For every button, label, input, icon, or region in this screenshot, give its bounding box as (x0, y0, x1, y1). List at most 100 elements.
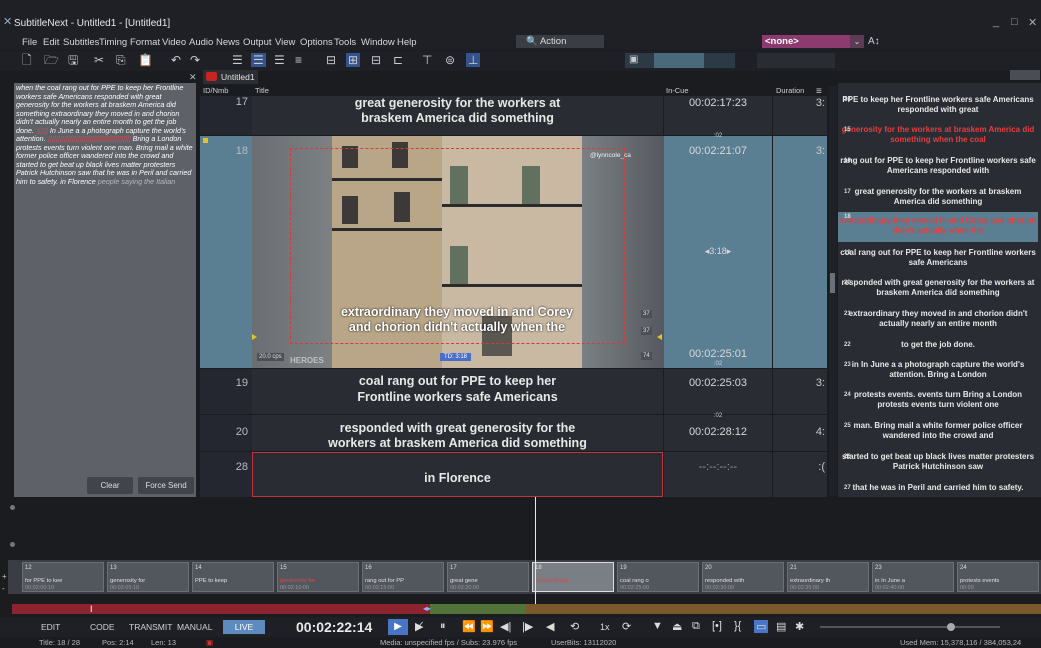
timeline[interactable] (0, 497, 1041, 617)
menu-output[interactable]: Output (243, 37, 272, 48)
timeline-segment[interactable]: 24 protests events 00:00 (957, 562, 1039, 592)
menu-file[interactable]: File (22, 37, 37, 48)
play-selection-icon[interactable]: ▶̸ (415, 620, 423, 633)
list-item[interactable]: 22 to get the job done. (838, 340, 1038, 350)
menu-subtitles[interactable]: Subtitles (63, 37, 99, 48)
timeline-segment[interactable]: 21 extraordinary th 00:02:35:00 (787, 562, 869, 592)
list-item[interactable]: 21 extraordinary they moved in and chorio… (838, 309, 1038, 329)
table-row[interactable]: 20 responded with great generosity for t… (200, 413, 827, 451)
timeline-segment[interactable]: 19 coal rang o 00:02:25:00 (617, 562, 699, 592)
timeline-segment[interactable]: 14 PPE to keep (192, 562, 274, 592)
settings-icon[interactable]: ✱ (795, 620, 804, 633)
maximize-icon[interactable]: □ (1011, 16, 1018, 28)
pause-icon[interactable]: ⏸ (440, 620, 446, 633)
menu-timing[interactable]: Timing (99, 37, 127, 48)
timeline-segment[interactable]: 15 generosity for 00:02:10:00 (277, 562, 359, 592)
volume-slider[interactable] (820, 626, 1000, 628)
play-icon[interactable]: ▶ (388, 619, 408, 635)
force-send-button[interactable]: Force Send (138, 477, 194, 494)
save-icon[interactable]: 🖫 (68, 53, 78, 67)
clear-button[interactable]: Clear (87, 477, 133, 494)
menu-audio[interactable]: Audio (189, 37, 213, 48)
timeline-segment[interactable]: 16 rang out for PP 00:02:15:00 (362, 562, 444, 592)
table-row[interactable]: 19 coal rang out for PPE to keep her Fron… (200, 369, 827, 414)
menu-news[interactable]: News (216, 37, 240, 48)
menu-tools[interactable]: Tools (334, 37, 356, 48)
table-row[interactable]: 28 in Florence --:--:--:-- :( (200, 452, 827, 497)
external-icon[interactable]: ⧉ (692, 620, 700, 633)
menu-window[interactable]: Window (361, 37, 395, 48)
table-row[interactable]: 17 great generosity for the workers at br… (200, 96, 827, 135)
timeline-segment[interactable]: 23 in In June a 00:02:40:00 (872, 562, 954, 592)
menu-edit[interactable]: Edit (43, 37, 59, 48)
list-item[interactable]: 19 coal rang out for PPE to keep her Fron… (838, 248, 1038, 268)
cut-icon[interactable]: ✂ (94, 53, 104, 67)
style-dropdown[interactable]: <none> (762, 35, 850, 48)
timeline-segment[interactable]: 12 for PPE to kee 00:02:00:10 (22, 562, 104, 592)
display-icon[interactable]: ▭ (754, 620, 769, 633)
col-title[interactable]: Title (255, 86, 269, 95)
record-icon[interactable]: [•] (712, 620, 722, 632)
menu-options[interactable]: Options (300, 37, 333, 48)
col-duration[interactable]: Duration (776, 86, 804, 95)
align-right-icon[interactable]: ☰ (274, 53, 285, 67)
minimize-icon[interactable]: _ (993, 16, 999, 28)
list-item[interactable]: 20 responded with great generosity for th… (838, 278, 1038, 298)
progress-current[interactable] (430, 604, 526, 614)
copy-icon[interactable]: ⎘ (116, 53, 126, 67)
vertical-middle-icon[interactable]: ⊜ (445, 53, 455, 67)
paste-icon[interactable]: 📋 (138, 53, 153, 67)
rewind-icon[interactable]: ⏪ (462, 620, 476, 633)
timeline-segment[interactable]: 13 generosity for 00:02:05:10 (107, 562, 189, 592)
menu-help[interactable]: Help (397, 37, 417, 48)
close-icon[interactable]: ✕ (1028, 16, 1037, 29)
list-item[interactable]: 23 in In June a a photograph capture the … (838, 360, 1038, 380)
progress-played[interactable] (12, 604, 430, 614)
list-item[interactable]: 14 PPE to keep her Frontline workers safe… (838, 95, 1038, 115)
font-size-icon[interactable]: A↕ (868, 36, 880, 47)
col-in-cue[interactable]: In-Cue (666, 86, 689, 95)
position-center-icon[interactable]: ⊞ (346, 53, 361, 67)
list-item[interactable]: 27 that he was in Peril and carried him t… (838, 483, 1038, 496)
list-item[interactable]: 26 started to get beat up black lives mat… (838, 452, 1038, 472)
list-item-selected[interactable]: 18 extraordinary they moved in and Corey … (838, 212, 1038, 242)
menu-format[interactable]: Format (130, 37, 160, 48)
timeline-segment[interactable]: 18 extraordinary (532, 562, 614, 592)
position-left-icon[interactable]: ⊏ (393, 53, 403, 67)
mode-transmit[interactable]: TRANSMIT (129, 622, 172, 632)
position-bottom-icon[interactable]: ⊟ (326, 53, 336, 67)
col-id[interactable]: ID/Nmb (203, 86, 228, 95)
screen-icon[interactable]: ▣ (629, 53, 638, 67)
scrollbar-thumb[interactable] (830, 273, 835, 293)
justify-icon[interactable]: ≡ (295, 53, 302, 67)
playhead[interactable] (535, 497, 536, 607)
progress-marker-icon[interactable]: ◂▸ (423, 604, 431, 613)
list-item[interactable]: 17 great generosity for the workers at br… (838, 187, 1038, 207)
list-item[interactable]: 25 man. Bring mail a white former police … (838, 421, 1038, 441)
zoom-out-icon[interactable]: - (2, 584, 5, 593)
align-left-icon[interactable]: ☰ (232, 53, 243, 67)
menu-video[interactable]: Video (162, 37, 186, 48)
mode-code[interactable]: CODE (90, 622, 115, 632)
mode-manual[interactable]: MANUAL (177, 622, 212, 632)
progress-remaining[interactable] (526, 604, 1041, 614)
split-icon[interactable]: }{ (734, 620, 741, 632)
step-back-icon[interactable]: ◀ (546, 620, 554, 633)
eject-icon[interactable]: ⏏ (672, 620, 682, 633)
list-item[interactable]: 24 protests events. events turn Bring a L… (838, 390, 1038, 410)
action-search-input[interactable]: 🔍 Action (516, 35, 604, 48)
chat-icon[interactable]: ▤ (776, 620, 786, 633)
volume-slider-knob[interactable] (947, 623, 955, 631)
in-point-icon[interactable]: I (90, 604, 93, 614)
open-folder-icon[interactable]: 🗁 (44, 53, 59, 67)
mode-live-button[interactable]: LIVE (223, 620, 265, 634)
speed-display[interactable]: 1x (600, 622, 610, 632)
vertical-top-icon[interactable]: ⊤ (422, 53, 432, 67)
list-item[interactable]: 16 rang out for PPE to keep her Frontline… (838, 156, 1038, 176)
new-file-icon[interactable]: 🗋 (22, 53, 32, 67)
toolbar-field-2[interactable] (757, 53, 835, 68)
mode-edit[interactable]: EDIT (41, 622, 60, 632)
undo-icon[interactable]: ↶ (171, 53, 181, 67)
vertical-bottom-icon[interactable]: ⊥ (466, 53, 481, 67)
redo-icon[interactable]: ↷ (190, 53, 200, 67)
